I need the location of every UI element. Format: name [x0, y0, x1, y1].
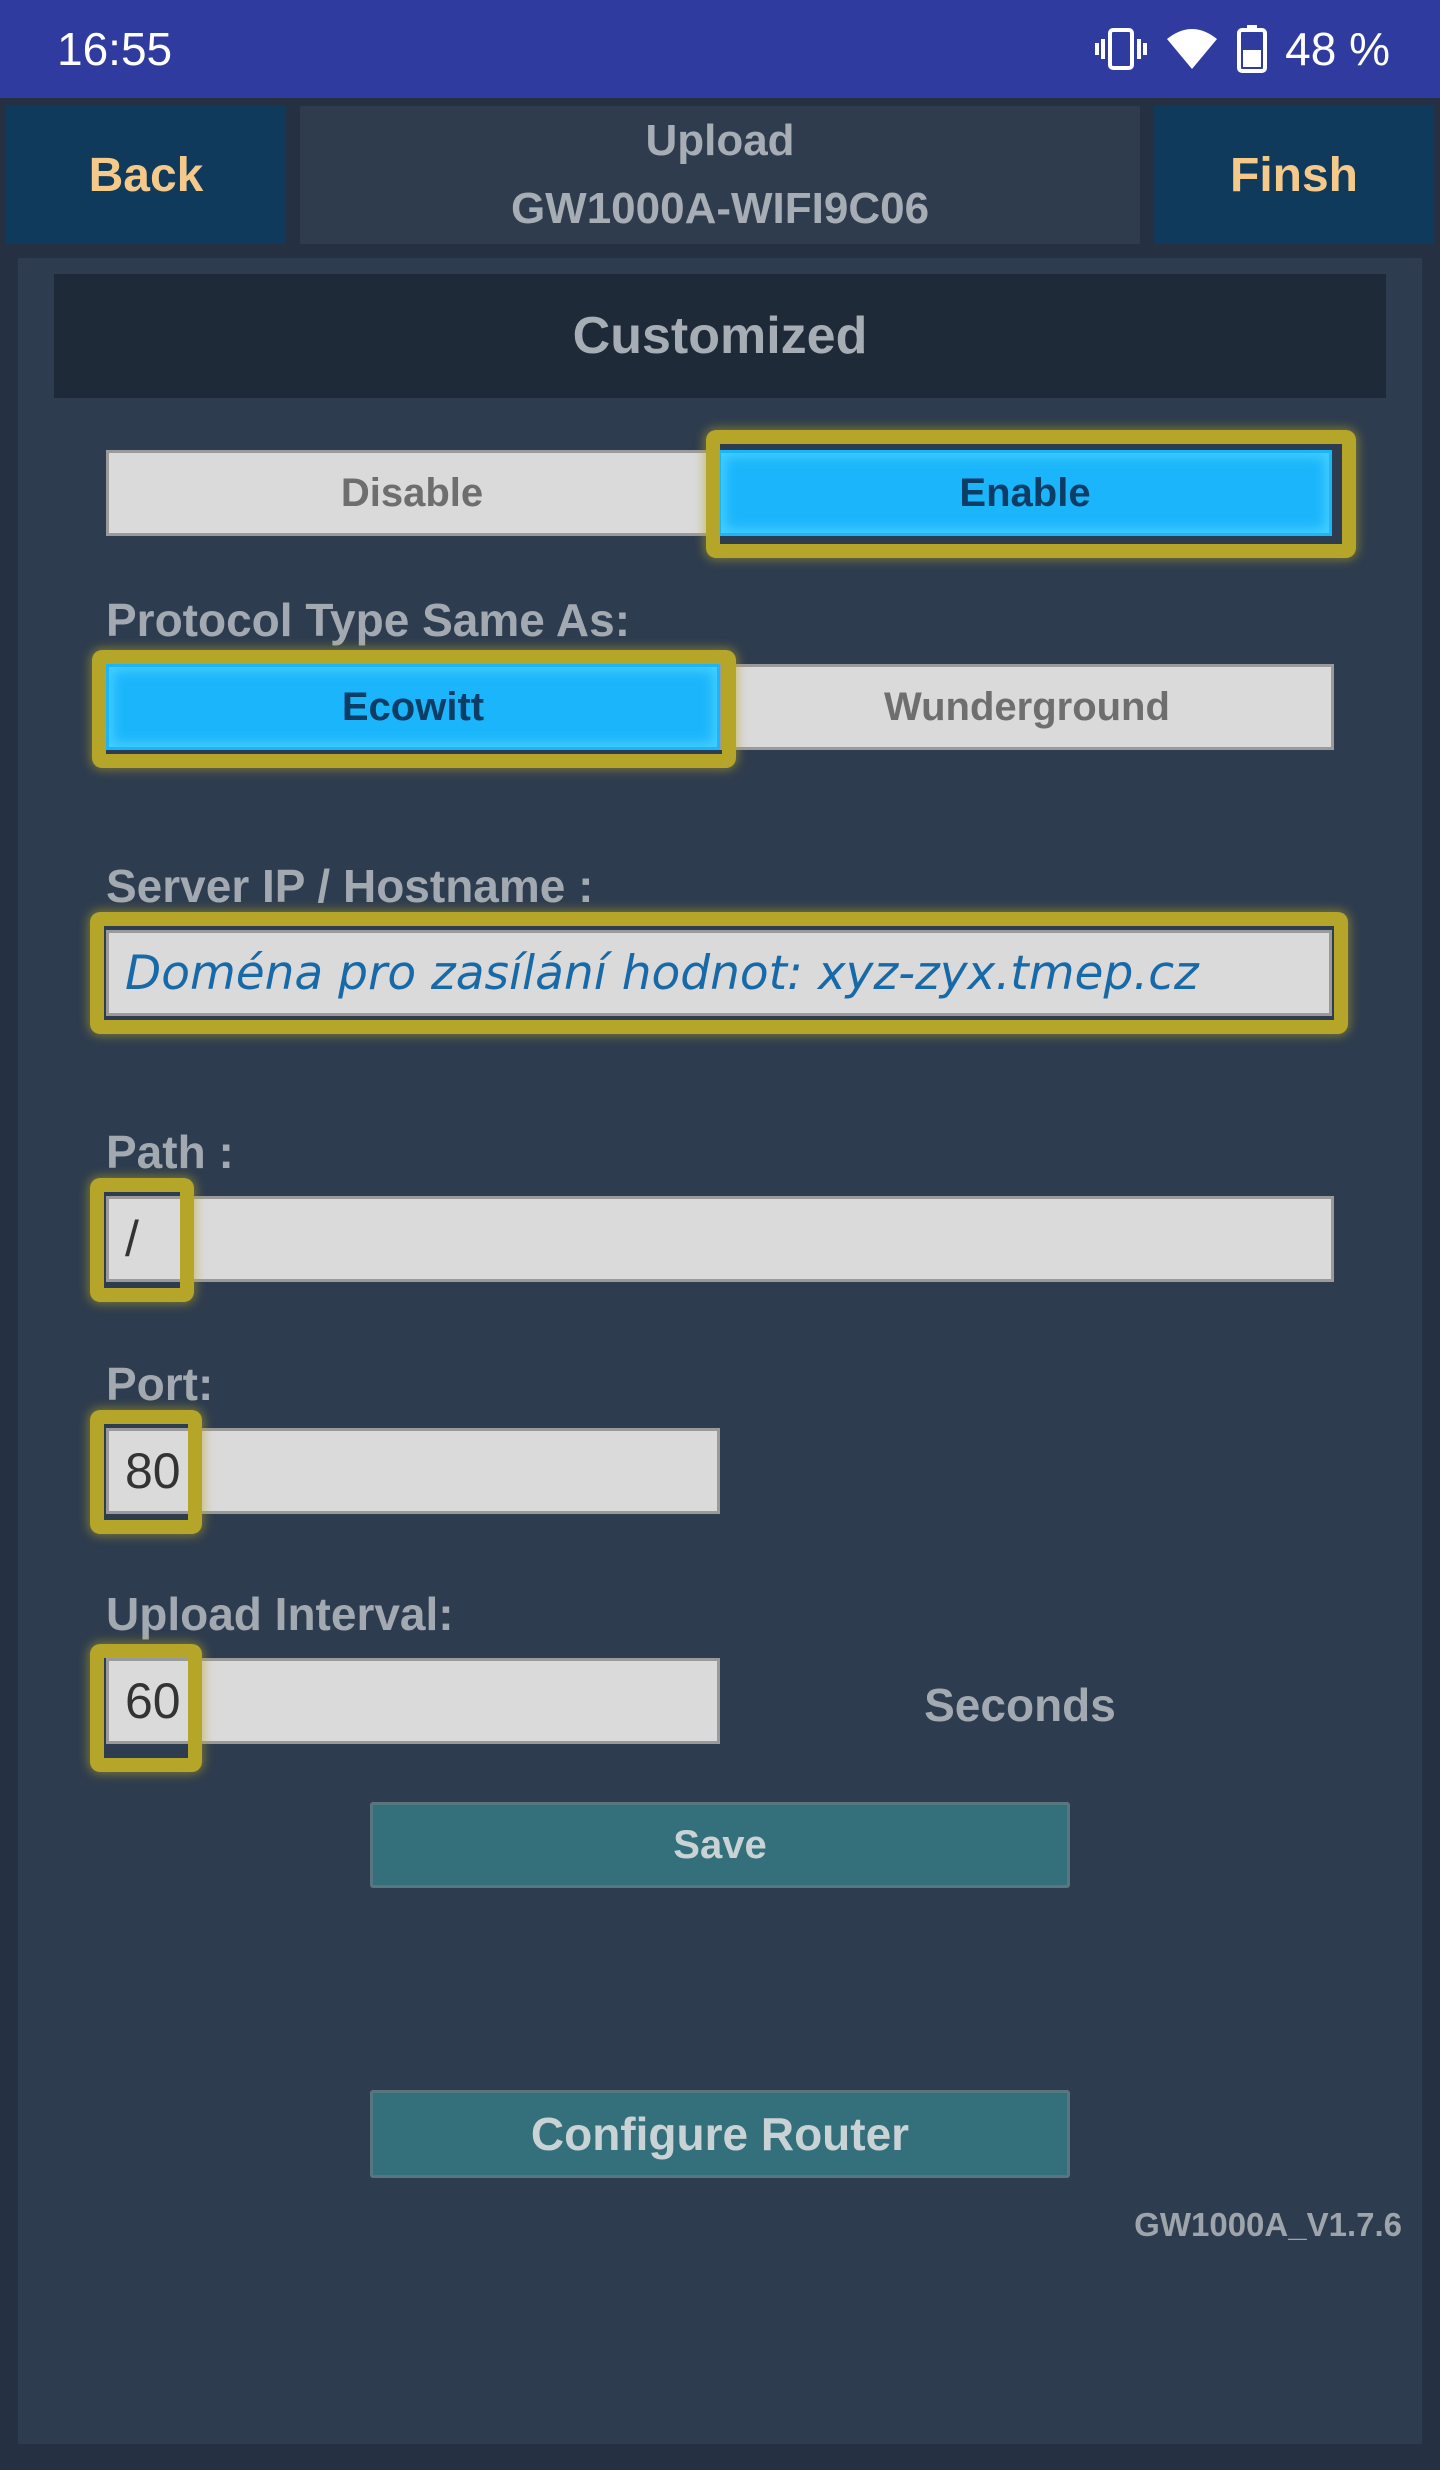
interval-field[interactable]: 60: [106, 1658, 720, 1744]
back-button[interactable]: Back: [6, 106, 286, 244]
header-device-name: GW1000A-WIFI9C06: [510, 184, 930, 233]
status-time: 16:55: [57, 23, 173, 75]
protocol-ecowitt[interactable]: Ecowitt: [106, 664, 720, 750]
status-bar: 16:55 48 %: [0, 0, 1440, 98]
wifi-icon: [1167, 29, 1218, 69]
protocol-wunderground[interactable]: Wunderground: [720, 664, 1334, 750]
server-hostname-field[interactable]: Doména pro zasílání hodnot: xyz-zyx.tmep…: [106, 930, 1332, 1016]
section-title: Customized: [54, 274, 1386, 398]
port-label: Port:: [106, 1358, 214, 1410]
battery-percent: 48 %: [1285, 23, 1390, 75]
path-field[interactable]: /: [106, 1196, 1334, 1282]
save-button[interactable]: Save: [370, 1802, 1070, 1888]
header-title-line1: Upload: [645, 116, 795, 165]
version-label: GW1000A_V1.7.6: [1134, 2206, 1402, 2243]
server-label: Server IP / Hostname :: [106, 860, 594, 912]
header-title: Upload GW1000A-WIFI9C06: [300, 106, 1140, 244]
status-icons: 48 %: [1095, 22, 1390, 76]
port-field[interactable]: 80: [106, 1428, 720, 1514]
protocol-label: Protocol Type Same As:: [106, 594, 631, 646]
interval-label: Upload Interval:: [106, 1588, 454, 1640]
interval-unit-label: Seconds: [924, 1679, 1116, 1731]
enable-toggle[interactable]: Enable: [718, 450, 1332, 536]
path-label: Path :: [106, 1126, 234, 1178]
finish-button[interactable]: Finsh: [1154, 106, 1434, 244]
vibrate-icon: [1095, 28, 1148, 70]
battery-icon: [1237, 25, 1268, 73]
configure-router-button[interactable]: Configure Router: [370, 2090, 1070, 2178]
disable-toggle[interactable]: Disable: [106, 450, 718, 536]
